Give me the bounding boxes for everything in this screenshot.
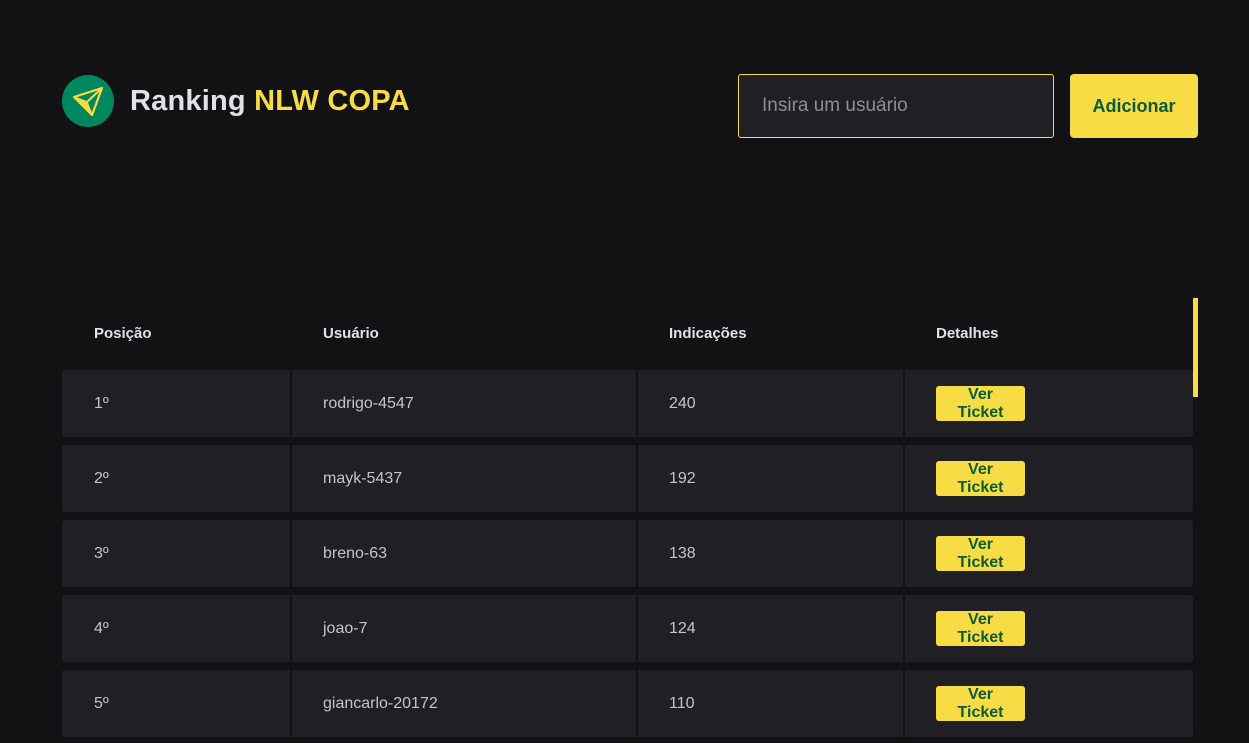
view-ticket-button[interactable]: Ver Ticket [936,611,1025,646]
referrals-cell: 138 [669,544,696,562]
user-input[interactable] [738,74,1054,138]
user-cell: joao-7 [323,619,368,637]
position-cell: 5º [94,694,109,712]
user-cell: mayk-5437 [323,469,403,487]
referrals-cell: 110 [669,694,695,712]
user-cell: breno-63 [323,544,388,562]
table-scrollbar[interactable] [1193,298,1198,397]
brand-header: Ranking NLW COPA [62,75,410,127]
position-cell: 2º [94,469,109,487]
details-cell: Ver Ticket [936,595,1025,662]
table-row: 4º joao-7 124 Ver Ticket [62,595,1193,662]
table-header: Posição Usuário Indicações Detalhes [62,298,1193,368]
details-cell: Ver Ticket [936,670,1025,737]
column-header-details: Detalhes [936,324,999,342]
view-ticket-button[interactable]: Ver Ticket [936,536,1025,571]
column-header-user: Usuário [323,324,379,342]
user-cell: giancarlo-20172 [323,694,438,712]
position-cell: 4º [94,619,109,637]
page-title-main: Ranking [130,84,246,117]
referrals-cell: 124 [669,619,696,637]
logo [62,75,114,127]
referrals-cell: 192 [669,469,696,487]
page-title: Ranking NLW COPA [130,85,410,118]
table-row: 3º breno-63 138 Ver Ticket [62,520,1193,587]
page-title-accent: NLW COPA [254,84,410,117]
position-cell: 1º [94,394,109,412]
position-cell: 3º [94,544,109,562]
view-ticket-button[interactable]: Ver Ticket [936,686,1025,721]
view-ticket-button[interactable]: Ver Ticket [936,386,1025,421]
table-row: 1º rodrigo-4547 240 Ver Ticket [62,370,1193,437]
referrals-cell: 240 [669,394,696,412]
table-row: 5º giancarlo-20172 110 Ver Ticket [62,670,1193,737]
user-cell: rodrigo-4547 [323,394,414,412]
page: Ranking NLW COPA Adicionar Posição Usuár… [0,0,1249,743]
details-cell: Ver Ticket [936,370,1025,437]
add-button[interactable]: Adicionar [1070,74,1198,138]
view-ticket-button[interactable]: Ver Ticket [936,461,1025,496]
table-row: 2º mayk-5437 192 Ver Ticket [62,445,1193,512]
column-header-referrals: Indicações [669,324,747,342]
paper-plane-icon [71,84,105,118]
details-cell: Ver Ticket [936,445,1025,512]
details-cell: Ver Ticket [936,520,1025,587]
column-header-position: Posição [94,324,152,342]
